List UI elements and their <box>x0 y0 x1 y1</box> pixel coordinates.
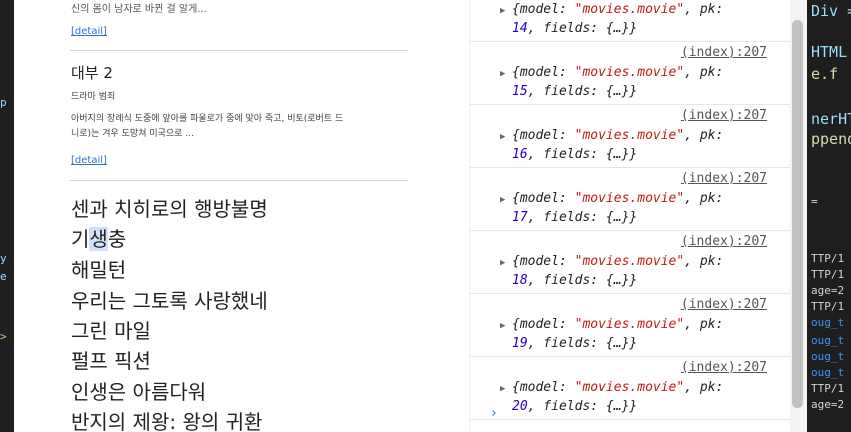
expand-triangle-icon[interactable]: ▶ <box>500 258 505 268</box>
movie-genre: 드라마 범죄 <box>71 92 116 102</box>
console-log-entry[interactable]: ▶ {model: "movies.movie", pk: 14, fields… <box>470 0 790 42</box>
code-fragment: TTP/1 <box>811 300 845 313</box>
code-fragment: TTP/1 <box>811 382 845 395</box>
expand-triangle-icon[interactable]: ▶ <box>500 321 505 331</box>
devtools-console: ▶ {model: "movies.movie", pk: 14, fields… <box>470 0 807 432</box>
console-log-entry[interactable]: (index):207 ▶ {model: "movies.movie", pk: … <box>470 356 790 420</box>
title-text: 충 <box>107 227 127 251</box>
movie-description: 아버지의 장례식 도중에 앞아를 파울로가 중에 맞아 죽고, 비토(로버트 드… <box>71 114 344 139</box>
background-code-editor-right: Div = HTML e.f nerHT ppend = TTP/1 TTP/1 age=2 TT… <box>807 0 851 432</box>
code-fragment: oug_t <box>811 334 845 347</box>
title-text: 기 <box>71 227 90 251</box>
code-fragment: e.f <box>811 65 839 83</box>
console-log-entry[interactable]: (index):207 ▶ {model: "movies.movie", pk: … <box>470 41 790 105</box>
movie-title: 대부 2 <box>71 64 113 82</box>
code-fragment: e <box>0 270 7 283</box>
code-fragment: > <box>0 330 7 343</box>
source-location-link[interactable]: (index):207 <box>681 234 767 249</box>
expand-triangle-icon[interactable]: ▶ <box>500 132 505 142</box>
console-object[interactable]: {model: "movies.movie", pk: 15, fields: … <box>512 63 723 101</box>
code-fragment: ppend <box>811 130 851 148</box>
console-object[interactable]: {model: "movies.movie", pk: 16, fields: … <box>512 126 723 164</box>
source-location-link[interactable]: (index):207 <box>681 297 767 312</box>
movie-list-item: 펄프 픽션 <box>71 349 151 373</box>
console-object[interactable]: {model: "movies.movie", pk: 18, fields: … <box>512 252 723 290</box>
movie-list-item: 센과 치히로의 행방불명 <box>71 197 268 221</box>
code-fragment: oug_t <box>811 316 845 329</box>
code-fragment: p <box>0 96 7 109</box>
divider <box>70 180 408 181</box>
code-fragment: y <box>0 252 7 265</box>
console-log-entry[interactable]: (index):207 ▶ {model: "movies.movie", pk: … <box>470 104 790 168</box>
console-log-entry[interactable]: (index):207 ▶ {model: "movies.movie", pk: … <box>470 293 790 357</box>
divider <box>70 50 408 51</box>
expand-triangle-icon[interactable]: ▶ <box>500 384 505 394</box>
code-fragment: = <box>811 195 818 208</box>
expand-triangle-icon[interactable]: ▶ <box>500 195 505 205</box>
movie-list-item: 우리는 그토록 사랑했네 <box>71 289 268 313</box>
console-scrollbar-thumb[interactable] <box>792 20 803 408</box>
detail-link[interactable]: [detail] <box>71 26 107 37</box>
expand-triangle-icon[interactable]: ▶ <box>500 69 505 79</box>
movie-list-item: 그린 마일 <box>71 319 151 343</box>
code-fragment: age=2 <box>811 284 845 297</box>
code-fragment: age=2 <box>811 398 845 411</box>
code-fragment: TTP/1 <box>811 252 845 265</box>
source-location-link[interactable]: (index):207 <box>681 108 767 123</box>
source-location-link[interactable]: (index):207 <box>681 360 767 375</box>
code-fragment: HTML <box>811 43 848 61</box>
console-prompt[interactable]: › <box>490 406 498 421</box>
movie-list-item: 기생충 <box>71 223 126 252</box>
console-object[interactable]: {model: "movies.movie", pk: 14, fields: … <box>512 0 723 38</box>
browser-page: 신의 몸이 남자로 바뀐 걸 알게... [detail] 대부 2 드라마 범… <box>14 0 470 432</box>
detail-link[interactable]: [detail] <box>71 155 107 166</box>
code-fragment: TTP/1 <box>811 268 845 281</box>
console-object[interactable]: {model: "movies.movie", pk: 20, fields: … <box>512 378 723 416</box>
background-code-editor-left: p y e > <box>0 0 14 432</box>
code-fragment: Div = <box>811 2 851 20</box>
console-object[interactable]: {model: "movies.movie", pk: 19, fields: … <box>512 315 723 353</box>
console-log-entry[interactable]: (index):207 ▶ {model: "movies.movie", pk: … <box>470 167 790 231</box>
code-fragment: oug_t <box>811 366 845 379</box>
movie-list-item: 인생은 아름다워 <box>71 380 207 404</box>
source-location-link[interactable]: (index):207 <box>681 171 767 186</box>
source-location-link[interactable]: (index):207 <box>681 45 767 60</box>
previous-movie-description: 신의 몸이 남자로 바뀐 걸 알게... <box>71 4 207 15</box>
code-fragment: oug_t <box>811 350 845 363</box>
expand-triangle-icon[interactable]: ▶ <box>500 6 505 16</box>
console-object[interactable]: {model: "movies.movie", pk: 17, fields: … <box>512 189 723 227</box>
movie-list-item: 해밀턴 <box>71 258 127 282</box>
text-selection: 생 <box>89 227 108 251</box>
code-fragment: nerHT <box>811 110 851 128</box>
console-log-entry[interactable]: (index):207 ▶ {model: "movies.movie", pk: … <box>470 230 790 294</box>
movie-list-item: 반지의 제왕: 왕의 귀환 <box>71 410 263 432</box>
